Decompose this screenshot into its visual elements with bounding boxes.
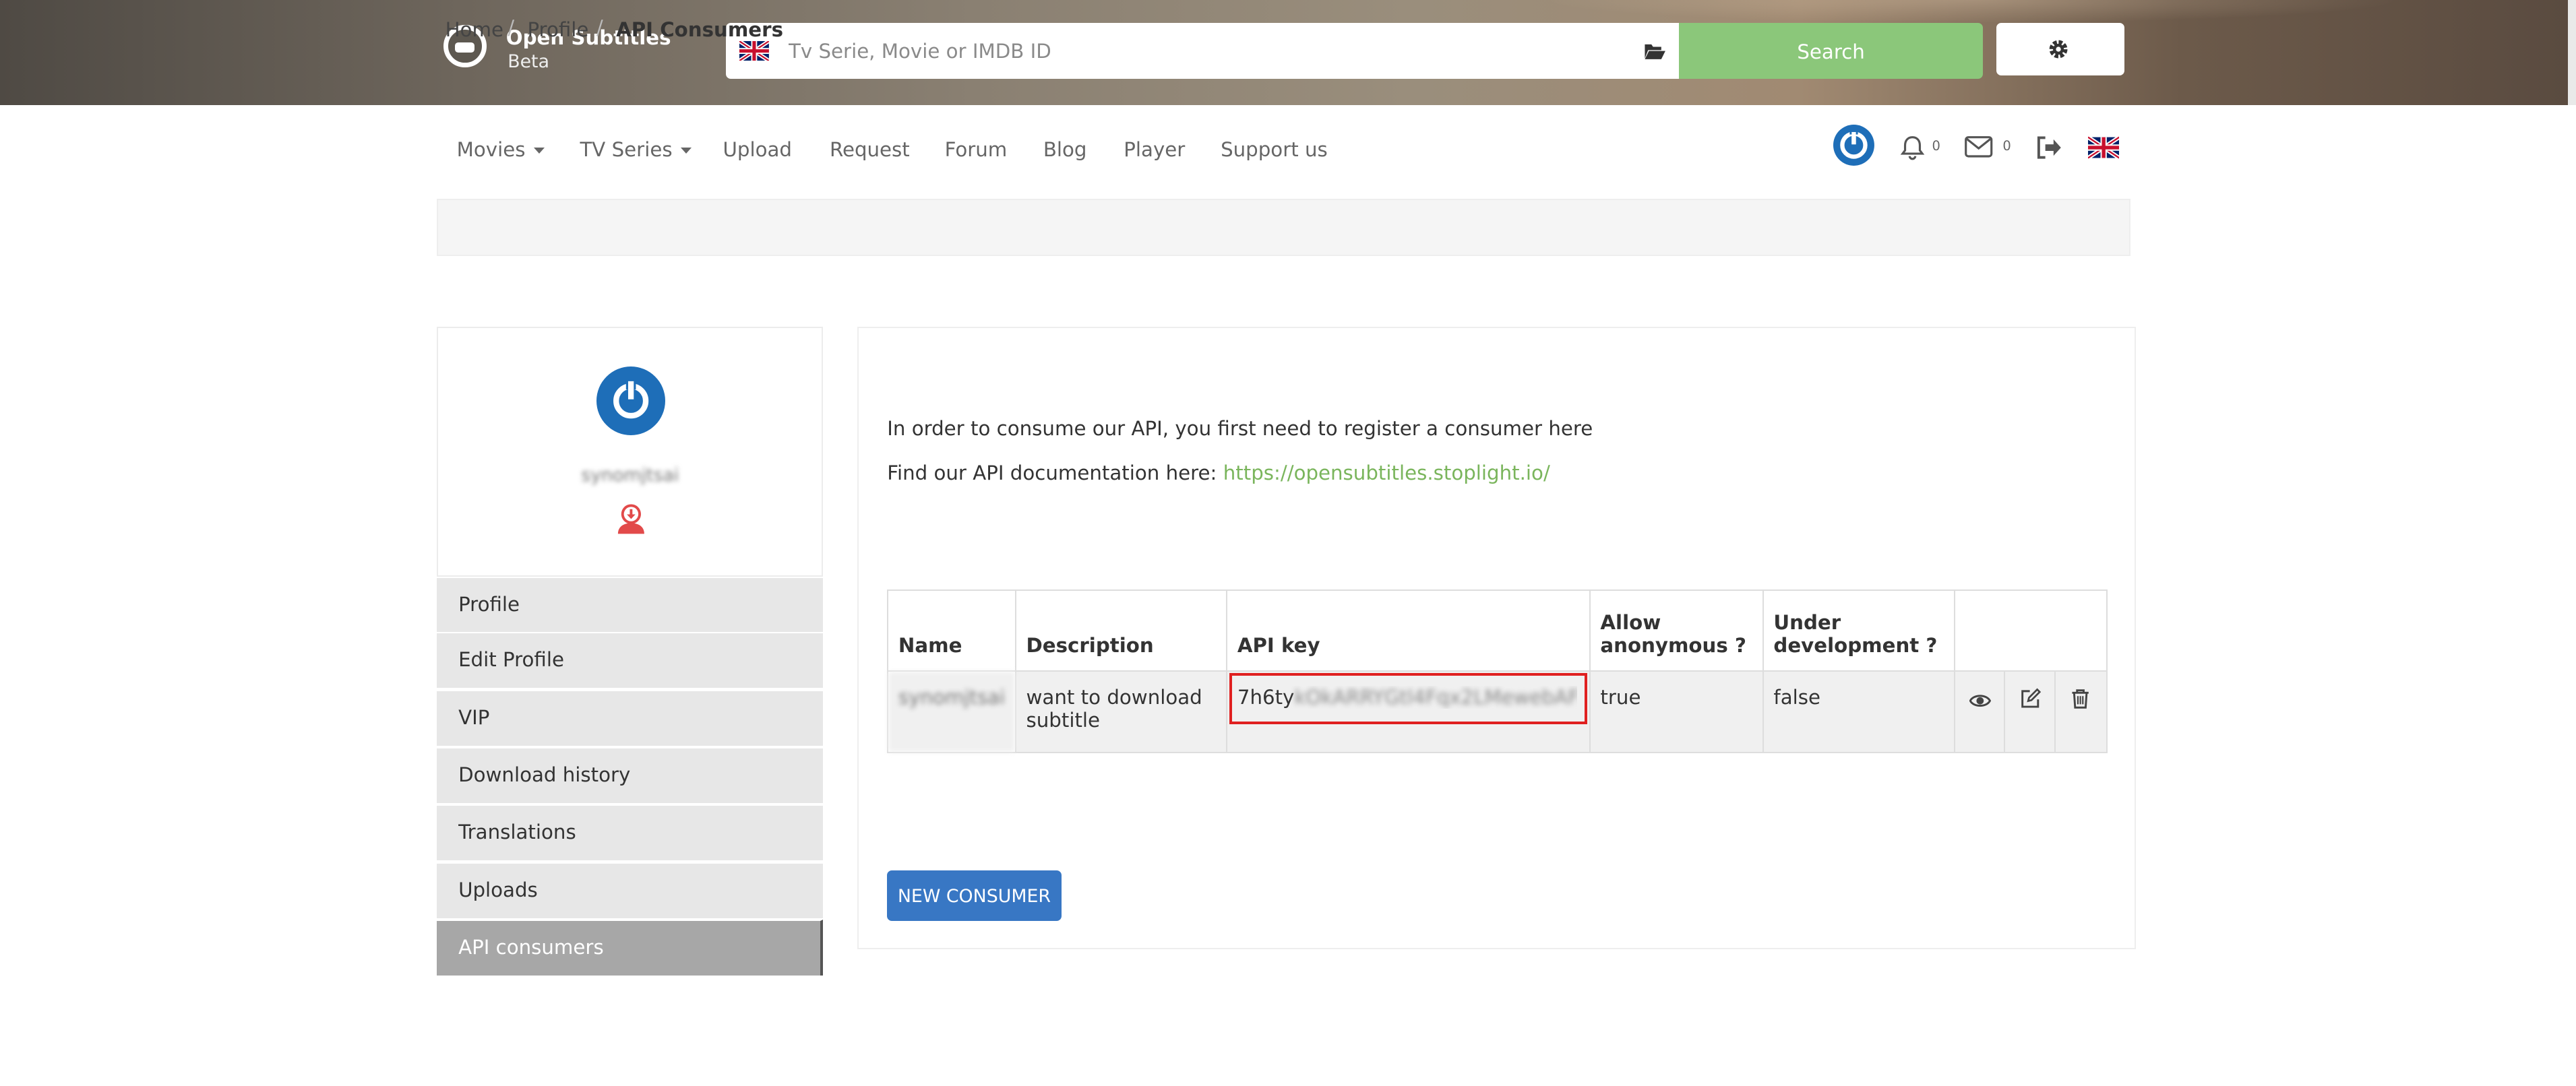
table-header-row: Name Description API key Allow anonymous… — [887, 589, 2108, 672]
nav-forum[interactable]: Forum — [945, 138, 1008, 161]
sidebar-item-edit-profile[interactable]: Edit Profile — [437, 632, 824, 689]
messages-count: 0 — [2002, 137, 2011, 154]
consumer-allow-anonymous: true — [1589, 670, 1764, 754]
nav-upload[interactable]: Upload — [723, 138, 793, 161]
breadcrumb-profile[interactable]: Profile — [527, 18, 588, 41]
nav-request[interactable]: Request — [830, 138, 910, 161]
sidebar-item-download-history[interactable]: Download history — [437, 747, 824, 803]
caret-down-icon — [680, 147, 692, 154]
nav-tv-series[interactable]: TV Series — [580, 138, 692, 161]
consumer-api-key[interactable]: 7h6tykOkARRYGtl4Fqx2LMewebAFDYE — [1226, 670, 1591, 754]
consumer-under-development: false — [1762, 670, 1955, 754]
nav-blog[interactable]: Blog — [1043, 138, 1087, 161]
column-header-actions — [1953, 589, 2108, 672]
documentation-line: Find our API documentation here: https:/… — [887, 461, 1550, 484]
settings-button[interactable] — [1996, 23, 2124, 76]
trash-icon[interactable] — [2071, 688, 2090, 709]
eye-icon[interactable] — [1969, 693, 1992, 709]
search-input[interactable] — [782, 23, 1633, 79]
breadcrumb-current: API Consumers — [616, 18, 783, 41]
nav-support-us[interactable]: Support us — [1221, 138, 1328, 161]
power-icon — [613, 379, 649, 418]
uk-flag-icon[interactable] — [2088, 136, 2120, 160]
documentation-link[interactable]: https://opensubtitles.stoplight.io/ — [1223, 461, 1550, 484]
search-box — [726, 23, 1680, 79]
brand-subtitle: Beta — [508, 51, 549, 72]
column-header-name: Name — [887, 589, 1016, 672]
bell-icon[interactable] — [1899, 135, 1926, 161]
user-download-badge-icon — [617, 504, 644, 534]
sidebar-item-uploads[interactable]: Uploads — [437, 862, 824, 918]
sidebar-item-translations[interactable]: Translations — [437, 804, 824, 861]
new-consumer-button[interactable]: NEW CONSUMER — [887, 870, 1062, 922]
edit-icon[interactable] — [2020, 688, 2042, 709]
nav-player[interactable]: Player — [1124, 138, 1185, 161]
nav-movies[interactable]: Movies — [457, 138, 545, 161]
column-header-allow-anonymous: Allow anonymous ? — [1589, 589, 1764, 672]
api-key-hidden-part: kOkARRYGtl4Fqx2LMewebAFDYE — [1294, 686, 1577, 709]
delete-action-cell — [2054, 670, 2108, 754]
breadcrumb-home[interactable]: Home — [446, 18, 503, 41]
sign-out-icon[interactable] — [2035, 136, 2062, 159]
gear-icon — [2049, 40, 2068, 59]
breadcrumb-separator: / — [596, 16, 603, 40]
documentation-prefix: Find our API documentation here: — [887, 461, 1217, 484]
intro-text: In order to consume our API, you first n… — [887, 417, 1593, 441]
table-row: synomjtsai want to download subtitle 7h6… — [887, 670, 2108, 754]
edit-action-cell — [2004, 670, 2056, 754]
sidebar-item-vip[interactable]: VIP — [437, 689, 824, 746]
user-avatar-icon[interactable] — [1833, 125, 1875, 166]
profile-card — [437, 327, 824, 577]
consumers-table: Name Description API key Allow anonymous… — [887, 589, 2108, 754]
sidebar-item-api-consumers[interactable]: API consumers — [437, 920, 824, 976]
consumer-description: want to download subtitle — [1014, 670, 1228, 754]
column-header-api-key: API key — [1226, 589, 1591, 672]
column-header-description: Description — [1014, 589, 1228, 672]
profile-username: synomjtsai — [581, 464, 679, 486]
uk-flag-icon[interactable] — [739, 40, 769, 61]
consumer-name: synomjtsai — [887, 670, 1016, 754]
sidebar-item-profile[interactable]: Profile — [437, 576, 824, 633]
envelope-icon[interactable] — [1965, 136, 1993, 158]
api-key-visible-part: 7h6ty — [1237, 686, 1295, 709]
column-header-under-development: Under development ? — [1762, 589, 1955, 672]
breadcrumb-separator: / — [508, 16, 515, 40]
notifications-count: 0 — [1932, 137, 1940, 154]
view-action-cell — [1953, 670, 2006, 754]
search-button[interactable]: Search — [1679, 23, 1984, 79]
breadcrumb — [437, 198, 2131, 257]
profile-avatar[interactable] — [596, 366, 666, 435]
folder-open-icon[interactable] — [1643, 41, 1666, 61]
caret-down-icon — [533, 147, 545, 154]
